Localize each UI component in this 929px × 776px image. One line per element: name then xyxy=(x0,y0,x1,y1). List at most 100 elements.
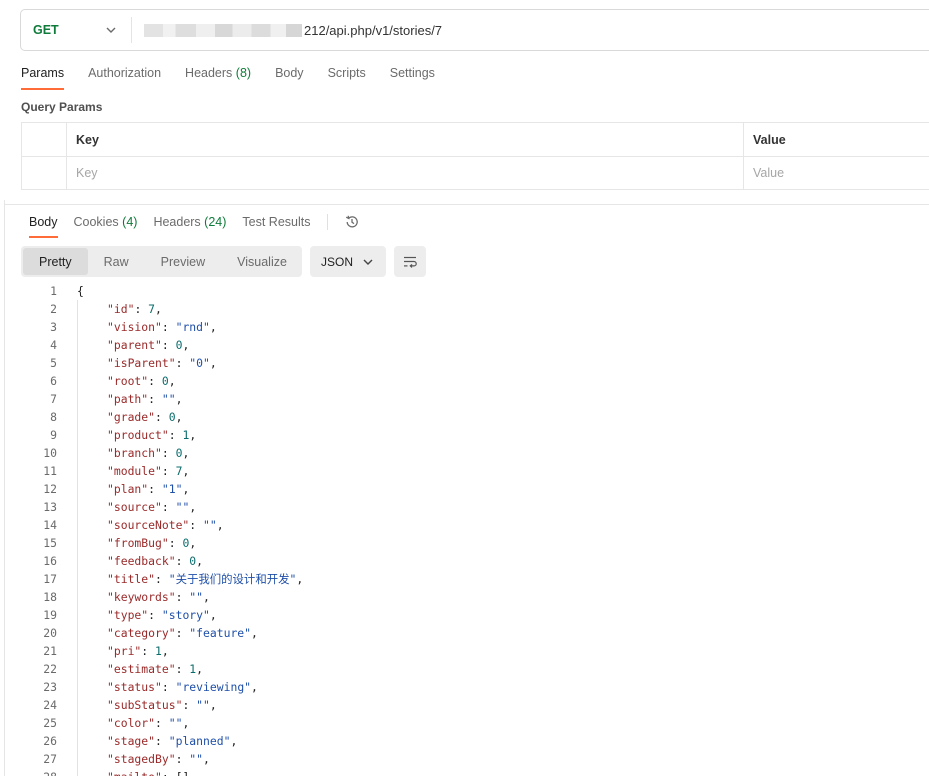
line-number: 5 xyxy=(50,356,57,370)
json-key: "color" xyxy=(107,716,156,730)
line-number: 23 xyxy=(43,680,57,694)
json-key: "isParent" xyxy=(107,356,176,370)
line-number: 24 xyxy=(43,698,57,712)
tab-settings[interactable]: Settings xyxy=(390,66,435,90)
code-content: "subStatus": "", xyxy=(57,698,217,712)
code-content: "mailto": [], xyxy=(57,770,196,776)
json-value: "" xyxy=(161,392,176,406)
json-colon: : xyxy=(148,482,162,496)
code-line: 16 "feedback": 0, xyxy=(21,552,926,570)
json-key: "parent" xyxy=(107,338,162,352)
code-content: "parent": 0, xyxy=(57,338,189,352)
json-colon: : xyxy=(161,500,176,514)
row-checkbox-cell[interactable] xyxy=(22,157,67,189)
json-value: 1 xyxy=(189,662,197,676)
code-line: 1{ xyxy=(21,282,926,300)
redacted-host xyxy=(144,23,302,37)
json-key: "plan" xyxy=(107,482,149,496)
line-number: 11 xyxy=(43,464,57,478)
code-line: 10 "branch": 0, xyxy=(21,444,926,462)
key-placeholder: Key xyxy=(76,166,98,180)
view-raw-button[interactable]: Raw xyxy=(88,248,145,275)
line-number: 14 xyxy=(43,518,57,532)
tab-scripts[interactable]: Scripts xyxy=(328,66,366,90)
view-preview-button[interactable]: Preview xyxy=(145,248,221,275)
json-value: "" xyxy=(189,752,204,766)
tab-test-results[interactable]: Test Results xyxy=(242,215,310,238)
query-params-title: Query Params xyxy=(21,100,103,114)
tab-body[interactable]: Body xyxy=(275,66,304,90)
code-content: "status": "reviewing", xyxy=(57,680,258,694)
tab-params[interactable]: Params xyxy=(21,66,65,90)
json-value: 0 xyxy=(189,554,197,568)
json-key: "path" xyxy=(107,392,149,406)
json-colon: : xyxy=(175,626,190,640)
line-number: 22 xyxy=(43,662,57,676)
json-brace: { xyxy=(77,284,84,298)
json-key: "feedback" xyxy=(107,554,176,568)
code-content: "id": 7, xyxy=(57,302,162,316)
code-content: "root": 0, xyxy=(57,374,176,388)
code-content: "branch": 0, xyxy=(57,446,189,460)
json-key: "status" xyxy=(107,680,162,694)
tab-count: (8) xyxy=(235,66,252,80)
json-comma: , xyxy=(251,626,258,640)
chevron-down-icon xyxy=(106,27,116,33)
line-number: 8 xyxy=(50,410,57,424)
tab-cookies[interactable]: Cookies (4) xyxy=(74,215,138,238)
json-colon: : xyxy=(161,680,176,694)
key-column-header: Key xyxy=(67,123,744,156)
code-line: 23 "status": "reviewing", xyxy=(21,678,926,696)
json-comma: , xyxy=(209,320,217,334)
line-number: 6 xyxy=(50,374,57,388)
line-number: 21 xyxy=(43,644,57,658)
view-visualize-button[interactable]: Visualize xyxy=(221,248,303,275)
line-number: 9 xyxy=(50,428,57,442)
line-number: 10 xyxy=(43,446,57,460)
json-comma: , xyxy=(196,662,204,676)
json-colon: : xyxy=(168,428,183,442)
code-content: "keywords": "", xyxy=(57,590,210,604)
method-select[interactable]: GET xyxy=(21,10,131,50)
json-colon: : xyxy=(161,320,176,334)
json-comma: , xyxy=(189,770,196,776)
json-comma: , xyxy=(182,716,190,730)
code-line: 25 "color": "", xyxy=(21,714,926,732)
tab-response-headers[interactable]: Headers (24) xyxy=(153,215,226,238)
checkbox-column xyxy=(22,123,67,156)
view-pretty-button[interactable]: Pretty xyxy=(23,248,88,275)
json-value: 7 xyxy=(175,464,183,478)
response-code-viewer[interactable]: 1{2 "id": 7, 3 "vision": "rnd", 4 "parent": 0… xyxy=(21,282,926,776)
left-edge-border xyxy=(4,200,5,776)
json-key: "type" xyxy=(107,608,149,622)
json-colon: : xyxy=(161,446,176,460)
value-input[interactable]: Value xyxy=(744,157,929,189)
json-value: "" xyxy=(168,716,183,730)
line-number: 1 xyxy=(50,284,57,298)
line-number: 20 xyxy=(43,626,57,640)
tab-response-body[interactable]: Body xyxy=(29,215,58,238)
tab-authorization[interactable]: Authorization xyxy=(88,66,161,90)
json-value: "reviewing" xyxy=(175,680,252,694)
wrap-lines-icon xyxy=(404,256,417,268)
line-number: 4 xyxy=(50,338,57,352)
code-line: 6 "root": 0, xyxy=(21,372,926,390)
format-select[interactable]: JSON xyxy=(310,246,386,277)
line-number: 2 xyxy=(50,302,57,316)
tab-headers[interactable]: Headers (8) xyxy=(185,66,251,90)
key-input[interactable]: Key xyxy=(67,157,744,189)
history-icon[interactable] xyxy=(344,214,360,230)
json-colon: : xyxy=(189,518,204,532)
json-colon: : xyxy=(175,356,190,370)
tab-count: (4) xyxy=(122,215,138,229)
url-bar[interactable]: GET 212/api.php/v1/stories/7 xyxy=(20,9,929,51)
url-input[interactable]: 212/api.php/v1/stories/7 xyxy=(132,23,442,38)
json-comma: , xyxy=(189,536,197,550)
json-key: "product" xyxy=(107,428,169,442)
wrap-lines-button[interactable] xyxy=(394,246,426,277)
json-comma: , xyxy=(203,590,210,604)
tab-label: Headers xyxy=(185,66,233,80)
json-key: "root" xyxy=(107,374,149,388)
code-line: 14 "sourceNote": "", xyxy=(21,516,926,534)
json-comma: , xyxy=(161,644,169,658)
